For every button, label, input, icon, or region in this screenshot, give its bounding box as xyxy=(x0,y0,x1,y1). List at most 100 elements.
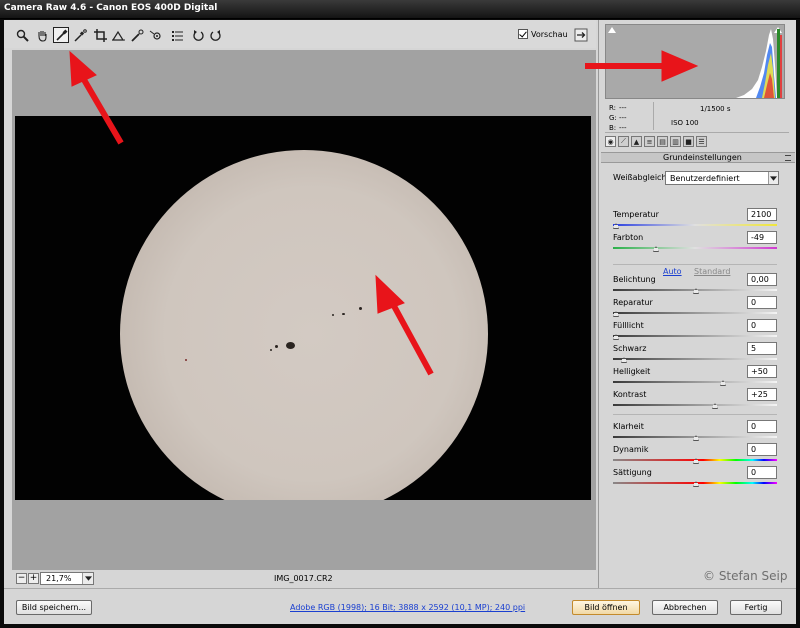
straighten-icon xyxy=(111,30,125,41)
bars-icon: ≡ xyxy=(646,137,653,146)
zoom-level-select[interactable]: 21,7% xyxy=(40,572,94,585)
slider-label: Farbton xyxy=(613,233,644,242)
standard-link[interactable]: Standard xyxy=(694,267,730,276)
adjustment-panel: R: --- G: --- B: --- 1/1500 s ISO 100 ◉ ⟋ ▲… xyxy=(598,20,796,588)
sunspot xyxy=(286,342,295,349)
rotate-right-button[interactable] xyxy=(207,27,223,43)
slider-track[interactable] xyxy=(613,335,777,337)
presets-icon: ☰ xyxy=(698,137,705,146)
slider-track[interactable] xyxy=(613,404,777,406)
slider-value-input[interactable]: 0,00 xyxy=(747,273,777,286)
save-image-button[interactable]: Bild speichern... xyxy=(16,600,92,615)
preview-checkbox-box[interactable] xyxy=(518,29,528,39)
panel-separator xyxy=(613,414,777,415)
panel-tabs: ◉ ⟋ ▲ ≡ ▤ ▥ ■ ☰ xyxy=(605,136,789,150)
slider-value-input[interactable]: -49 xyxy=(747,231,777,244)
photo-preview xyxy=(15,116,591,500)
fullscreen-button[interactable] xyxy=(574,28,588,42)
chevron-down-icon xyxy=(82,573,93,584)
zoom-in-button[interactable]: + xyxy=(28,573,39,584)
auto-link[interactable]: Auto xyxy=(663,267,682,276)
done-button[interactable]: Fertig xyxy=(730,600,782,615)
zoom-out-button[interactable]: − xyxy=(16,573,27,584)
slider-track[interactable] xyxy=(613,312,777,314)
eyedropper-target-icon xyxy=(73,28,87,42)
info-divider xyxy=(653,102,654,130)
iso-value: ISO 100 xyxy=(671,119,699,127)
slider-value-input[interactable]: 0 xyxy=(747,319,777,332)
camera-info: R: --- G: --- B: --- 1/1500 s ISO 100 xyxy=(605,100,789,133)
sunspot xyxy=(185,359,187,361)
slider-thumb[interactable] xyxy=(693,458,699,464)
slider-value-input[interactable]: 0 xyxy=(747,466,777,479)
tab-lens[interactable]: ▥ xyxy=(670,136,681,147)
image-preview-area[interactable] xyxy=(12,50,596,588)
curve-icon: ⟋ xyxy=(621,137,626,145)
tab-presets[interactable]: ☰ xyxy=(696,136,707,147)
open-image-button[interactable]: Bild öffnen xyxy=(572,600,640,615)
lens-icon: ▥ xyxy=(672,137,679,146)
slider-value-input[interactable]: 0 xyxy=(747,443,777,456)
tab-hsl[interactable]: ≡ xyxy=(644,136,655,147)
tab-tone-curve[interactable]: ⟋ xyxy=(618,136,629,147)
mountains-icon: ▲ xyxy=(633,137,640,146)
tab-camera-calibration[interactable]: ■ xyxy=(683,136,694,147)
slider-track[interactable] xyxy=(613,247,777,249)
retouch-tool-button[interactable] xyxy=(129,27,145,43)
white-balance-label: Weißabgleich: xyxy=(613,173,670,182)
slider-value-input[interactable]: +50 xyxy=(747,365,777,378)
toolbar: Vorschau xyxy=(4,20,596,48)
tab-basic[interactable]: ◉ xyxy=(605,136,616,147)
slider-thumb[interactable] xyxy=(693,288,699,294)
slider-thumb[interactable] xyxy=(613,311,619,317)
preview-checkbox[interactable]: Vorschau xyxy=(518,29,568,39)
white-balance-select[interactable]: Benutzerdefiniert xyxy=(665,171,779,185)
workflow-options-link[interactable]: Adobe RGB (1998); 16 Bit; 3888 x 2592 (1… xyxy=(290,603,525,612)
slider-thumb[interactable] xyxy=(712,403,718,409)
slider-thumb[interactable] xyxy=(653,246,659,252)
eyedropper-icon xyxy=(55,29,67,41)
slider-track[interactable] xyxy=(613,224,777,226)
zoom-tool-button[interactable] xyxy=(14,27,30,43)
slider-thumb[interactable] xyxy=(693,435,699,441)
cancel-button[interactable]: Abbrechen xyxy=(652,600,718,615)
rgb-r-value: --- xyxy=(619,104,627,112)
slider-value-input[interactable]: 2100 xyxy=(747,208,777,221)
slider-label: Klarheit xyxy=(613,422,644,431)
zoom-level-value: 21,7% xyxy=(46,574,72,583)
color-sampler-tool-button[interactable] xyxy=(72,27,88,43)
slider-value-input[interactable]: 5 xyxy=(747,342,777,355)
straighten-tool-button[interactable] xyxy=(110,27,126,43)
slider-thumb[interactable] xyxy=(613,334,619,340)
slider-label: Temperatur xyxy=(613,210,659,219)
slider-value-input[interactable]: 0 xyxy=(747,420,777,433)
aperture-icon: ◉ xyxy=(607,137,614,146)
crop-tool-button[interactable] xyxy=(92,27,108,43)
white-balance-tool-button[interactable] xyxy=(53,27,69,43)
slider-track[interactable] xyxy=(613,381,777,383)
slider-thumb[interactable] xyxy=(621,357,627,363)
retouch-icon xyxy=(130,29,143,42)
rgb-readout: R: --- G: --- B: --- xyxy=(609,103,629,133)
slider-thumb[interactable] xyxy=(720,380,726,386)
slider-thumb[interactable] xyxy=(613,223,619,229)
red-eye-icon xyxy=(149,30,161,40)
slider-value-input[interactable]: +25 xyxy=(747,388,777,401)
red-eye-tool-button[interactable] xyxy=(147,27,163,43)
slider-label: Belichtung xyxy=(613,275,656,284)
panel-separator xyxy=(613,264,777,265)
preferences-button[interactable] xyxy=(169,27,185,43)
slider-track[interactable] xyxy=(613,358,777,360)
slider-thumb[interactable] xyxy=(693,481,699,487)
rotate-left-button[interactable] xyxy=(190,27,206,43)
panel-menu-icon[interactable] xyxy=(785,155,791,161)
tab-detail[interactable]: ▲ xyxy=(631,136,642,147)
watermark: © Stefan Seip xyxy=(703,569,788,583)
tab-split-toning[interactable]: ▤ xyxy=(657,136,668,147)
hand-tool-button[interactable] xyxy=(34,27,50,43)
bottom-bar: Bild speichern... Adobe RGB (1998); 16 B… xyxy=(4,588,796,624)
crop-icon xyxy=(93,28,107,42)
rgb-b-value: --- xyxy=(619,124,627,132)
slider-value-input[interactable]: 0 xyxy=(747,296,777,309)
panel-title: Grundeinstellungen xyxy=(663,153,742,162)
